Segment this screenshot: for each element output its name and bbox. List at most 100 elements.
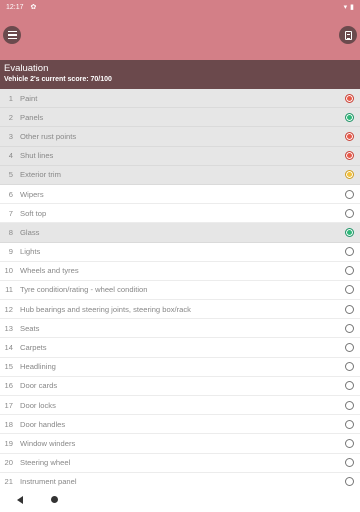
item-number: 9 (8, 247, 13, 257)
item-number: 17 (4, 400, 13, 410)
item-number: 1 (8, 93, 13, 103)
status-time: 12:17 (6, 3, 24, 11)
status-radio[interactable] (345, 323, 354, 333)
page-title: Evaluation (4, 63, 49, 74)
status-radio[interactable] (345, 419, 354, 429)
status-radio[interactable] (345, 170, 354, 180)
status-radio[interactable] (345, 400, 354, 410)
item-label: Door handles (20, 419, 66, 429)
item-number: 16 (4, 381, 13, 391)
item-label: Lights (20, 247, 41, 257)
item-label: Soft top (20, 208, 47, 218)
list-item[interactable]: 15 Headlining (0, 358, 360, 377)
list-item[interactable]: 19 Window winders (0, 434, 360, 454)
status-radio[interactable] (345, 362, 354, 372)
item-number: 7 (8, 208, 13, 218)
item-number: 13 (4, 323, 13, 333)
list-item[interactable]: 3 Other rust points (0, 127, 360, 147)
battery-icon: ▮ (350, 4, 354, 11)
list-item[interactable]: 20 Steering wheel (0, 454, 360, 473)
list-item[interactable]: 16 Door cards (0, 377, 360, 396)
item-number: 11 (5, 285, 13, 295)
hamburger-menu-icon (7, 30, 17, 41)
status-radio[interactable] (345, 247, 354, 257)
item-label: Shut lines (20, 151, 54, 161)
item-number: 10 (4, 266, 13, 276)
list-item[interactable]: 4 Shut lines (0, 146, 360, 166)
list-item[interactable]: 12 Hub bearings and steering joints, stee… (0, 300, 360, 320)
status-radio[interactable] (345, 304, 354, 314)
report-button[interactable] (339, 26, 357, 44)
list-item[interactable]: 1 Paint (0, 89, 360, 109)
item-label: Steering wheel (20, 458, 71, 468)
list-item[interactable]: 5 Exterior trim (0, 165, 360, 185)
notification-icon: ✿ (30, 4, 37, 11)
item-number: 20 (4, 458, 13, 468)
item-number: 8 (8, 227, 13, 237)
menu-button[interactable] (3, 26, 21, 44)
item-number: 19 (4, 438, 13, 448)
item-label: Carpets (20, 343, 47, 353)
item-label: Door cards (20, 381, 58, 391)
item-number: 2 (8, 112, 13, 122)
system-nav-bar (0, 489, 360, 512)
item-number: 4 (8, 151, 13, 161)
list-item[interactable]: 14 Carpets (0, 338, 360, 358)
evaluation-header: Evaluation Vehicle 2's current score: 70… (0, 60, 360, 89)
item-number: 18 (4, 419, 13, 429)
list-item[interactable]: 17 Door locks (0, 396, 360, 416)
status-radio[interactable] (345, 438, 354, 448)
status-bar: 12:17 ✿ ▾ ▮ (0, 0, 360, 14)
item-label: Window winders (20, 438, 76, 448)
wifi-icon: ▾ (343, 4, 348, 11)
item-label: Exterior trim (20, 170, 61, 180)
list-item[interactable]: 9 Lights (0, 243, 360, 262)
status-radio[interactable] (345, 151, 354, 161)
item-label: Wheels and tyres (20, 266, 79, 276)
list-item[interactable]: 10 Wheels and tyres (0, 262, 360, 281)
item-label: Tyre condition/rating - wheel condition (20, 285, 148, 295)
item-label: Paint (20, 93, 38, 103)
status-radio[interactable] (345, 343, 354, 353)
list-item[interactable]: 11 Tyre condition/rating - wheel conditio… (0, 281, 360, 301)
item-label: Glass (20, 227, 40, 237)
list-item[interactable]: 6 Wipers (0, 185, 360, 205)
list-item[interactable]: 2 Panels (0, 108, 360, 128)
status-radio[interactable] (345, 131, 354, 141)
item-number: 5 (8, 170, 13, 180)
item-label: Door locks (20, 400, 56, 410)
status-radio[interactable] (345, 285, 354, 295)
list-item[interactable]: 18 Door handles (0, 415, 360, 435)
item-number: 21 (4, 477, 13, 487)
evaluation-list: 1 Paint 2 Panels 3 Other rust points 4 Shut lin… (0, 89, 360, 492)
item-label: Panels (20, 112, 44, 122)
app-bar (0, 14, 360, 60)
status-radio[interactable] (345, 208, 354, 218)
item-number: 3 (8, 131, 13, 141)
status-radio[interactable] (345, 93, 354, 103)
status-radio[interactable] (345, 477, 354, 487)
back-triangle-icon[interactable] (17, 496, 23, 504)
item-label: Wipers (20, 189, 44, 199)
document-icon (344, 30, 352, 40)
item-number: 14 (4, 343, 13, 353)
score-text: Vehicle 2's current score: 70/100 (4, 76, 112, 83)
item-label: Seats (20, 323, 40, 333)
item-number: 12 (4, 304, 13, 314)
item-label: Hub bearings and steering joints, steeri… (20, 304, 191, 314)
item-label: Headlining (20, 362, 56, 372)
item-number: 15 (4, 362, 13, 372)
list-item[interactable]: 13 Seats (0, 319, 360, 339)
list-item[interactable]: 7 Soft top (0, 204, 360, 224)
status-radio[interactable] (345, 266, 354, 276)
status-radio[interactable] (345, 381, 354, 391)
item-label: Other rust points (20, 131, 77, 141)
status-radio[interactable] (345, 112, 354, 122)
status-radio[interactable] (345, 189, 354, 199)
home-circle-icon[interactable] (51, 496, 58, 503)
status-radio[interactable] (345, 227, 354, 237)
status-radio[interactable] (345, 458, 354, 468)
item-label: Instrument panel (20, 477, 77, 487)
list-item[interactable]: 8 Glass (0, 223, 360, 243)
item-number: 6 (8, 189, 13, 199)
